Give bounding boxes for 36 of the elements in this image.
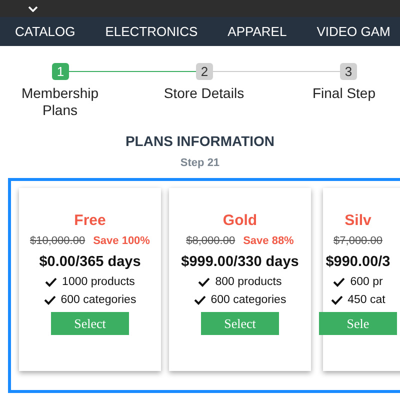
plan-name: Free	[74, 212, 106, 229]
step-number: 2	[196, 63, 213, 80]
plan-price: $0.00/365 days	[39, 254, 141, 270]
nav-link[interactable]: VIDEO GAM	[316, 24, 390, 39]
step-label: Final Step	[312, 85, 376, 103]
plan-name: Gold	[222, 212, 258, 229]
chevron-down-icon[interactable]	[28, 6, 38, 12]
check-icon	[44, 295, 56, 305]
step-number: 3	[340, 63, 357, 80]
feature-text: 450 cat	[348, 294, 386, 306]
feature-text: 600 categories	[60, 294, 136, 306]
original-price: $7,000.00	[334, 235, 382, 247]
discount-text: Save 100%	[93, 235, 150, 247]
step-subtitle: Step 21	[179, 157, 221, 169]
check-icon	[45, 277, 58, 287]
check-icon	[333, 277, 346, 287]
step-label: Membership Plans	[20, 85, 100, 119]
discount-text: Save 88%	[243, 235, 294, 247]
check-icon	[330, 295, 343, 305]
section-title: PLANS INFORMATION	[124, 133, 276, 149]
plan-price: $999.00/330 days	[181, 254, 299, 270]
feature-text: 1000 products	[62, 276, 135, 288]
feature-text: 600 categories	[210, 294, 286, 306]
plan-name: Silv	[344, 212, 372, 229]
check-icon	[198, 277, 210, 287]
nav-link[interactable]: APPAREL	[228, 24, 287, 39]
nav-link[interactable]: ELECTRONICS	[105, 24, 198, 39]
step-number: 1	[52, 63, 69, 80]
nav-link[interactable]: CATALOG	[15, 24, 76, 39]
original-price: $8,000.00	[186, 235, 236, 247]
feature-text: 600 pr	[350, 276, 383, 288]
step-label: Store Details	[164, 85, 244, 103]
check-icon	[194, 295, 206, 305]
feature-text: 800 products	[215, 276, 282, 288]
plan-price: $990.00/3	[326, 254, 390, 270]
original-price: $10,000.00	[30, 235, 86, 247]
